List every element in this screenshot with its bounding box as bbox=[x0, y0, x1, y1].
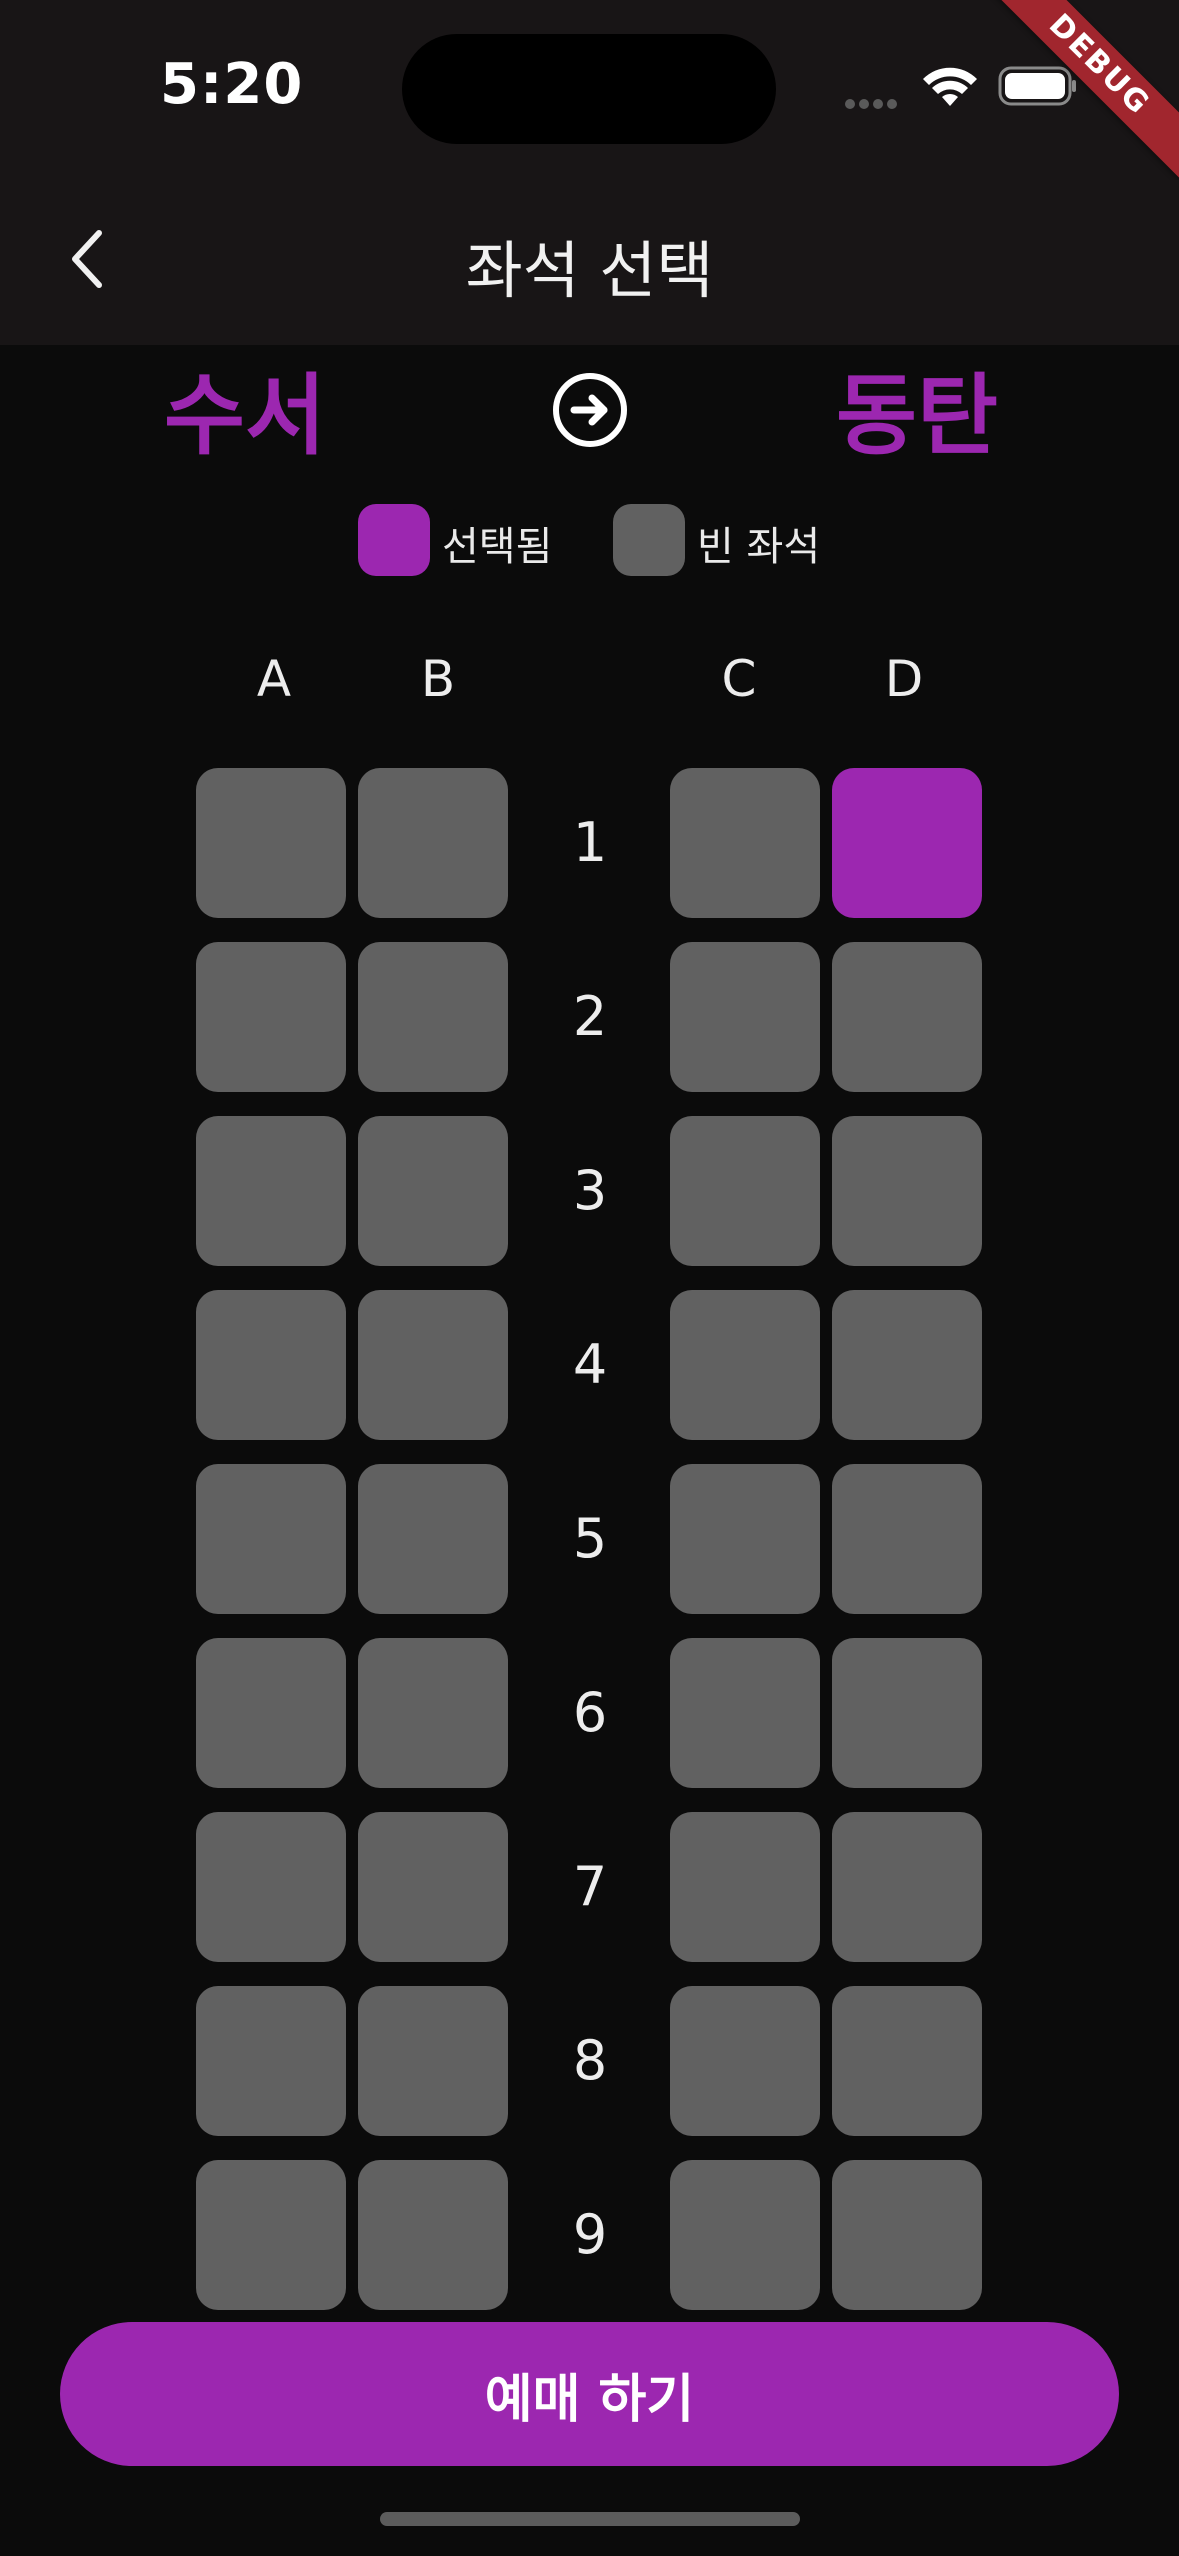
seat-8a[interactable] bbox=[196, 1986, 346, 2136]
seat-row: 9 bbox=[0, 2160, 1179, 2310]
status-time: 5:20 bbox=[160, 52, 304, 117]
row-number: 3 bbox=[572, 1159, 608, 1222]
seat-legend: 선택됨 빈 좌석 bbox=[0, 504, 1179, 576]
seat-1a[interactable] bbox=[196, 768, 346, 918]
row-number: 6 bbox=[572, 1681, 608, 1744]
seat-9d[interactable] bbox=[832, 2160, 982, 2310]
arrow-right-circle-icon bbox=[553, 373, 627, 447]
seat-6c[interactable] bbox=[670, 1638, 820, 1788]
seat-3a[interactable] bbox=[196, 1116, 346, 1266]
seat-1b[interactable] bbox=[358, 768, 508, 918]
seat-1c[interactable] bbox=[670, 768, 820, 918]
seat-9c[interactable] bbox=[670, 2160, 820, 2310]
column-header-b: B bbox=[420, 650, 456, 708]
seat-1d[interactable] bbox=[832, 768, 982, 918]
page-title: 좌석 선택 bbox=[465, 234, 714, 307]
seat-7d[interactable] bbox=[832, 1812, 982, 1962]
seat-3d[interactable] bbox=[832, 1116, 982, 1266]
seat-4d[interactable] bbox=[832, 1290, 982, 1440]
seat-8b[interactable] bbox=[358, 1986, 508, 2136]
seat-5b[interactable] bbox=[358, 1464, 508, 1614]
column-header-c: C bbox=[721, 650, 757, 708]
cellular-signal-icon bbox=[845, 94, 905, 109]
arrival-station: 동탄 bbox=[836, 364, 998, 467]
seat-5d[interactable] bbox=[832, 1464, 982, 1614]
seat-6d[interactable] bbox=[832, 1638, 982, 1788]
seat-row: 4 bbox=[0, 1290, 1179, 1440]
seat-6b[interactable] bbox=[358, 1638, 508, 1788]
seat-2c[interactable] bbox=[670, 942, 820, 1092]
row-number: 5 bbox=[572, 1507, 608, 1570]
dynamic-island bbox=[402, 34, 776, 144]
seat-2b[interactable] bbox=[358, 942, 508, 1092]
seat-3c[interactable] bbox=[670, 1116, 820, 1266]
app-bar: 좌석 선택 bbox=[0, 180, 1179, 345]
row-number: 8 bbox=[572, 2029, 608, 2092]
battery-icon bbox=[998, 66, 1076, 106]
seat-5a[interactable] bbox=[196, 1464, 346, 1614]
row-number: 4 bbox=[572, 1333, 608, 1396]
column-headers: A B C D bbox=[0, 650, 1179, 710]
route-header: 수서 동탄 bbox=[0, 345, 1179, 475]
column-header-a: A bbox=[256, 650, 292, 708]
seat-7a[interactable] bbox=[196, 1812, 346, 1962]
seat-row: 2 bbox=[0, 942, 1179, 1092]
row-number: 2 bbox=[572, 985, 608, 1048]
seat-row: 7 bbox=[0, 1812, 1179, 1962]
row-number: 7 bbox=[572, 1855, 608, 1918]
seat-4c[interactable] bbox=[670, 1290, 820, 1440]
wifi-icon bbox=[923, 67, 977, 106]
seat-7b[interactable] bbox=[358, 1812, 508, 1962]
book-button[interactable]: 예매 하기 bbox=[60, 2322, 1119, 2466]
seat-5c[interactable] bbox=[670, 1464, 820, 1614]
seat-7c[interactable] bbox=[670, 1812, 820, 1962]
status-bar: 5:20 bbox=[0, 0, 1179, 180]
seat-3b[interactable] bbox=[358, 1116, 508, 1266]
legend-empty-label: 빈 좌석 bbox=[697, 524, 821, 570]
seat-8d[interactable] bbox=[832, 1986, 982, 2136]
seat-row: 6 bbox=[0, 1638, 1179, 1788]
seat-row: 1 bbox=[0, 768, 1179, 918]
departure-station: 수서 bbox=[164, 364, 326, 467]
seat-2d[interactable] bbox=[832, 942, 982, 1092]
seat-row: 8 bbox=[0, 1986, 1179, 2136]
seat-4a[interactable] bbox=[196, 1290, 346, 1440]
row-number: 9 bbox=[572, 2203, 608, 2266]
seat-row: 3 bbox=[0, 1116, 1179, 1266]
seat-4b[interactable] bbox=[358, 1290, 508, 1440]
legend-selected-swatch bbox=[358, 504, 430, 576]
column-header-d: D bbox=[884, 650, 924, 708]
seat-8c[interactable] bbox=[670, 1986, 820, 2136]
legend-selected-label: 선택됨 bbox=[442, 524, 553, 570]
seat-2a[interactable] bbox=[196, 942, 346, 1092]
seat-9b[interactable] bbox=[358, 2160, 508, 2310]
seat-9a[interactable] bbox=[196, 2160, 346, 2310]
seat-row: 5 bbox=[0, 1464, 1179, 1614]
home-indicator[interactable] bbox=[380, 2512, 800, 2526]
row-number: 1 bbox=[572, 811, 608, 874]
legend-empty-swatch bbox=[613, 504, 685, 576]
seat-6a[interactable] bbox=[196, 1638, 346, 1788]
